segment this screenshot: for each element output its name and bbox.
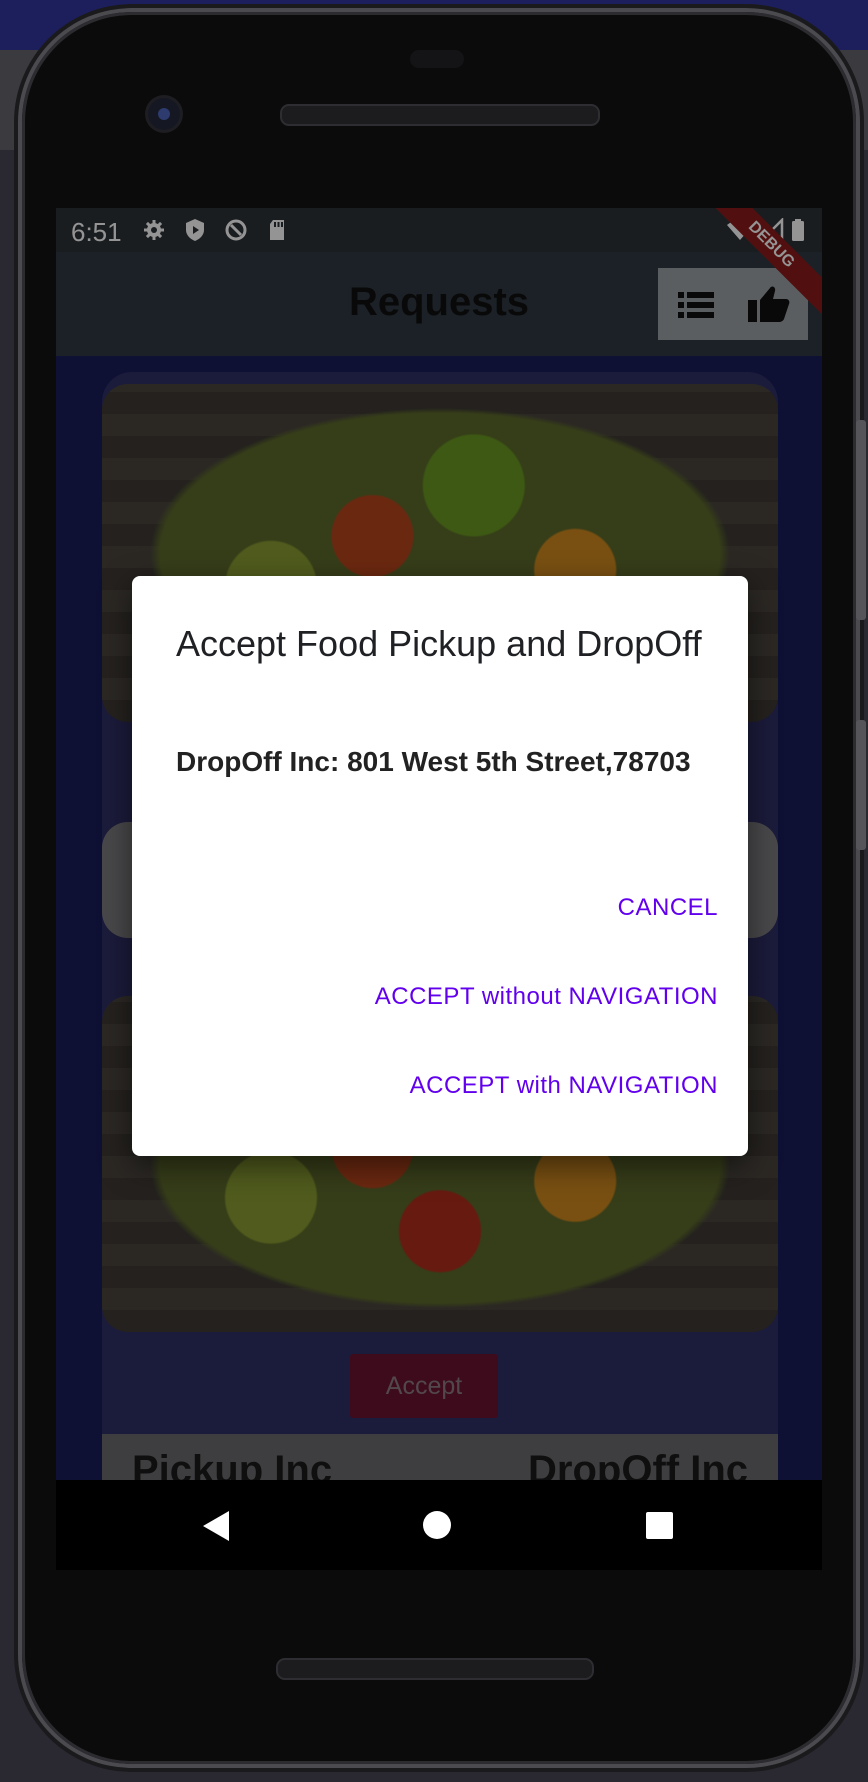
accept-without-navigation-button[interactable]: ACCEPT without NAVIGATION [375, 983, 718, 1011]
dialog-message: DropOff Inc: 801 West 5th Street,78703 [176, 746, 691, 777]
device-screen: 6:51 Requests DEBUG Accept Pickup Inc Dr… [56, 208, 822, 1480]
front-camera [148, 98, 180, 130]
accept-with-navigation-button[interactable]: ACCEPT with NAVIGATION [410, 1072, 718, 1100]
bottom-speaker [276, 1658, 594, 1680]
accept-dialog: Accept Food Pickup and DropOff DropOff I… [132, 576, 748, 1156]
earpiece-speaker [280, 104, 600, 126]
cancel-button[interactable]: CANCEL [618, 894, 718, 922]
recents-icon[interactable] [646, 1512, 673, 1539]
power-button [856, 720, 866, 850]
navigation-bar [56, 1480, 822, 1570]
back-icon[interactable] [203, 1511, 229, 1541]
proximity-sensor [410, 50, 464, 68]
home-icon[interactable] [423, 1511, 451, 1539]
dialog-title: Accept Food Pickup and DropOff [176, 623, 702, 664]
volume-button [856, 420, 866, 620]
